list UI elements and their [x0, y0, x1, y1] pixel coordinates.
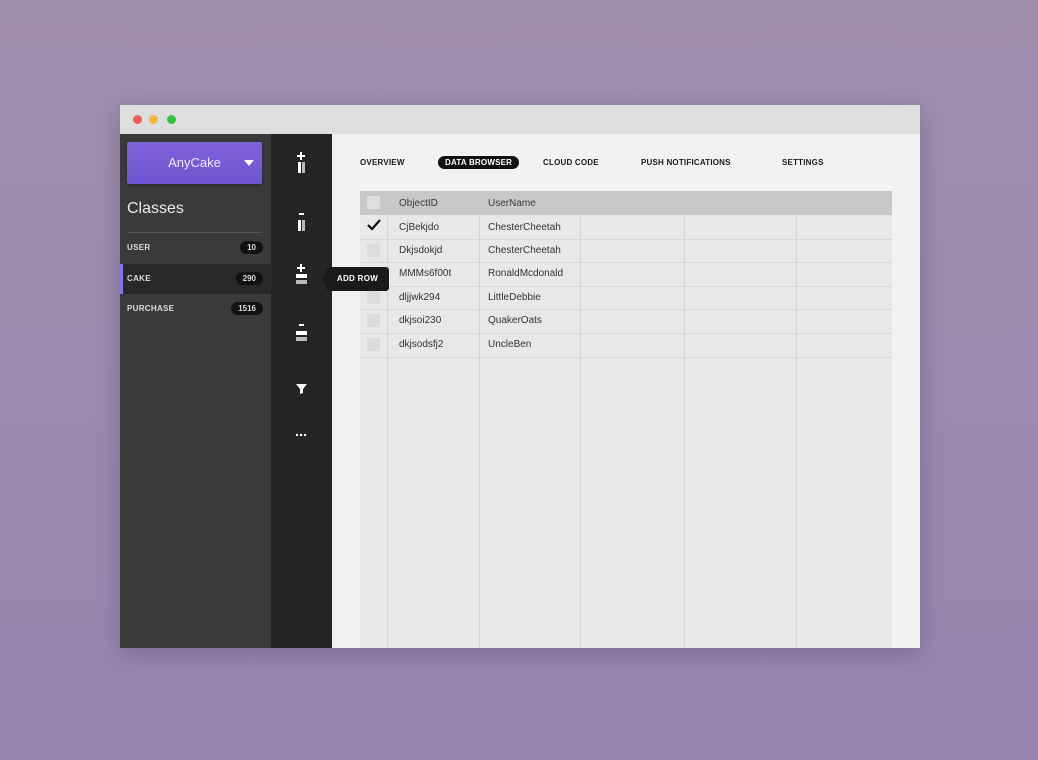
- tab-push-notifications[interactable]: PUSH NOTIFICATIONS: [641, 156, 731, 169]
- class-label: PURCHASE: [127, 304, 175, 313]
- class-count-badge: 10: [240, 241, 263, 254]
- cell-username[interactable]: RonaldMcdonald: [488, 268, 563, 279]
- column-divider: [684, 215, 685, 648]
- select-all-checkbox[interactable]: [367, 196, 380, 209]
- class-label: CAKE: [127, 274, 151, 283]
- row-divider: [360, 309, 892, 310]
- active-indicator: [120, 264, 123, 294]
- more-icon: [295, 433, 307, 437]
- column-divider: [479, 215, 480, 648]
- cell-username[interactable]: ChesterCheetah: [488, 245, 561, 256]
- class-count-badge: 1516: [231, 302, 263, 315]
- row-checkbox[interactable]: [367, 244, 380, 257]
- main-content: OVERVIEW DATA BROWSER CLOUD CODE PUSH NO…: [332, 134, 920, 648]
- row-checkbox[interactable]: [367, 219, 381, 233]
- classes-heading: Classes: [127, 200, 184, 217]
- cell-objectid[interactable]: Dkjsdokjd: [399, 245, 442, 256]
- close-window-button[interactable]: [133, 115, 142, 124]
- cell-objectid[interactable]: dkjsodsfj2: [399, 339, 443, 350]
- row-divider: [360, 333, 892, 334]
- class-label: USER: [127, 243, 151, 252]
- row-divider: [360, 262, 892, 263]
- minimize-window-button[interactable]: [149, 115, 158, 124]
- cell-username[interactable]: QuakerOats: [488, 315, 542, 326]
- tools-toolbar: [271, 134, 332, 648]
- remove-column-icon: [298, 213, 305, 231]
- sidebar: AnyCake Classes USER 10 CAKE 290 PURCHAS…: [120, 134, 271, 648]
- cell-objectid[interactable]: CjBekjdo: [399, 222, 439, 233]
- data-grid: ObjectID UserName CjBekjdo ChesterCheeta…: [360, 191, 892, 648]
- tab-data-browser[interactable]: DATA BROWSER: [438, 156, 520, 169]
- remove-column-button[interactable]: [291, 210, 313, 234]
- row-checkbox[interactable]: [367, 338, 380, 351]
- class-item-user[interactable]: USER 10: [120, 233, 271, 263]
- app-window: AnyCake Classes USER 10 CAKE 290 PURCHAS…: [120, 105, 920, 648]
- maximize-window-button[interactable]: [167, 115, 176, 124]
- tab-cloud-code[interactable]: CLOUD CODE: [543, 156, 599, 169]
- cell-objectid[interactable]: dkjsoi230: [399, 315, 441, 326]
- tab-overview[interactable]: OVERVIEW: [360, 156, 405, 169]
- class-count-badge: 290: [235, 272, 263, 285]
- column-divider: [796, 215, 797, 648]
- add-row-tooltip: ADD ROW: [321, 267, 389, 291]
- filter-button[interactable]: [291, 377, 313, 401]
- add-row-icon: [296, 264, 307, 284]
- class-item-purchase[interactable]: PURCHASE 1516: [120, 294, 271, 324]
- class-item-cake[interactable]: CAKE 290: [120, 264, 271, 294]
- column-header-username[interactable]: UserName: [488, 198, 536, 209]
- add-column-icon: [297, 152, 305, 173]
- cell-username[interactable]: UncleBen: [488, 339, 531, 350]
- column-divider: [580, 215, 581, 648]
- row-checkbox[interactable]: [367, 291, 380, 304]
- app-selector[interactable]: AnyCake: [127, 142, 262, 184]
- app-name: AnyCake: [168, 155, 221, 170]
- row-checkbox[interactable]: [367, 314, 380, 327]
- grid-header: ObjectID UserName: [360, 191, 892, 215]
- row-divider: [360, 286, 892, 287]
- cell-objectid[interactable]: MMMs6f00t: [399, 268, 451, 279]
- remove-row-button[interactable]: [291, 321, 313, 345]
- add-column-button[interactable]: [291, 152, 313, 176]
- title-bar: [120, 105, 920, 134]
- row-divider: [360, 357, 892, 358]
- cell-username[interactable]: ChesterCheetah: [488, 222, 561, 233]
- cell-username[interactable]: LittleDebbie: [488, 292, 541, 303]
- add-row-button[interactable]: [291, 264, 313, 288]
- column-header-objectid[interactable]: ObjectID: [399, 198, 438, 209]
- tooltip-text: ADD ROW: [336, 274, 379, 283]
- tooltip-arrow: [321, 274, 326, 284]
- tab-settings[interactable]: SETTINGS: [782, 156, 824, 169]
- filter-icon: [296, 384, 307, 394]
- more-options-button[interactable]: [291, 423, 313, 447]
- cell-objectid[interactable]: dljjwk294: [399, 292, 440, 303]
- checkmark-icon: [367, 219, 381, 231]
- caret-down-icon: [244, 160, 254, 166]
- remove-row-icon: [296, 324, 307, 341]
- row-divider: [360, 239, 892, 240]
